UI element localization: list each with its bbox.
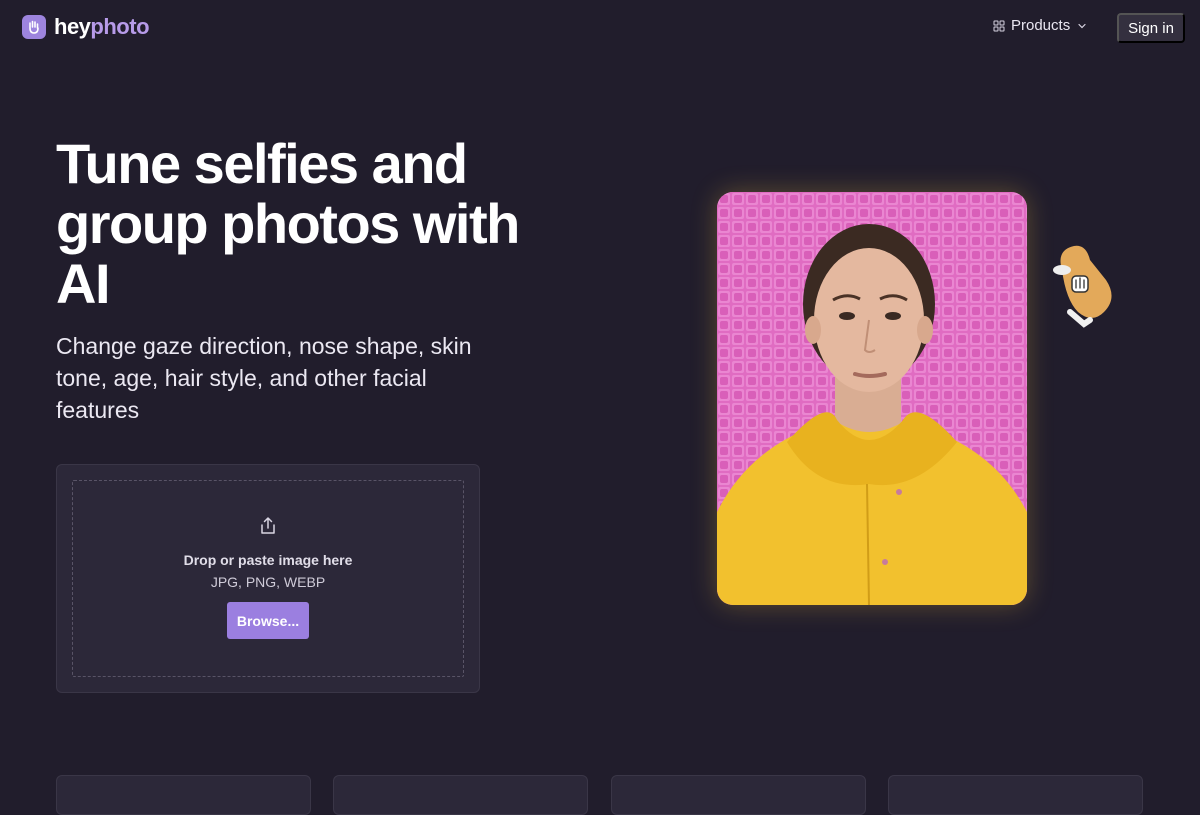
hand-icon (22, 15, 46, 39)
logo-link[interactable]: heyphoto (22, 14, 150, 40)
feature-card[interactable] (333, 775, 588, 815)
logo-text-hey: hey (54, 14, 91, 39)
accepted-formats: JPG, PNG, WEBP (210, 574, 326, 590)
feature-card[interactable] (611, 775, 866, 815)
upload-card: Drop or paste image here JPG, PNG, WEBP … (56, 464, 480, 693)
hero-title: Tune selfies and group photos with AI (56, 132, 520, 315)
browse-button[interactable]: Browse... (227, 602, 309, 639)
feature-card[interactable] (56, 775, 311, 815)
hero-portrait-image (717, 192, 1027, 605)
image-dropzone[interactable]: Drop or paste image here JPG, PNG, WEBP … (72, 480, 464, 677)
logo-text-photo: photo (90, 14, 150, 39)
logo-wordmark: heyphoto (54, 14, 150, 40)
grid-icon (993, 20, 1005, 32)
hero-subtitle: Change gaze direction, nose shape, skin … (56, 333, 472, 423)
hand-cursor-sticker (1048, 240, 1120, 328)
chevron-down-icon (1076, 20, 1088, 32)
products-label: Products (1011, 17, 1071, 34)
upload-icon (257, 515, 279, 537)
products-menu[interactable]: Products (993, 17, 1088, 34)
top-navbar: heyphoto Products Sign in (0, 0, 1200, 56)
feature-card[interactable] (888, 775, 1143, 815)
drop-label: Drop or paste image here (183, 552, 353, 568)
sign-in-button[interactable]: Sign in (1117, 13, 1185, 43)
